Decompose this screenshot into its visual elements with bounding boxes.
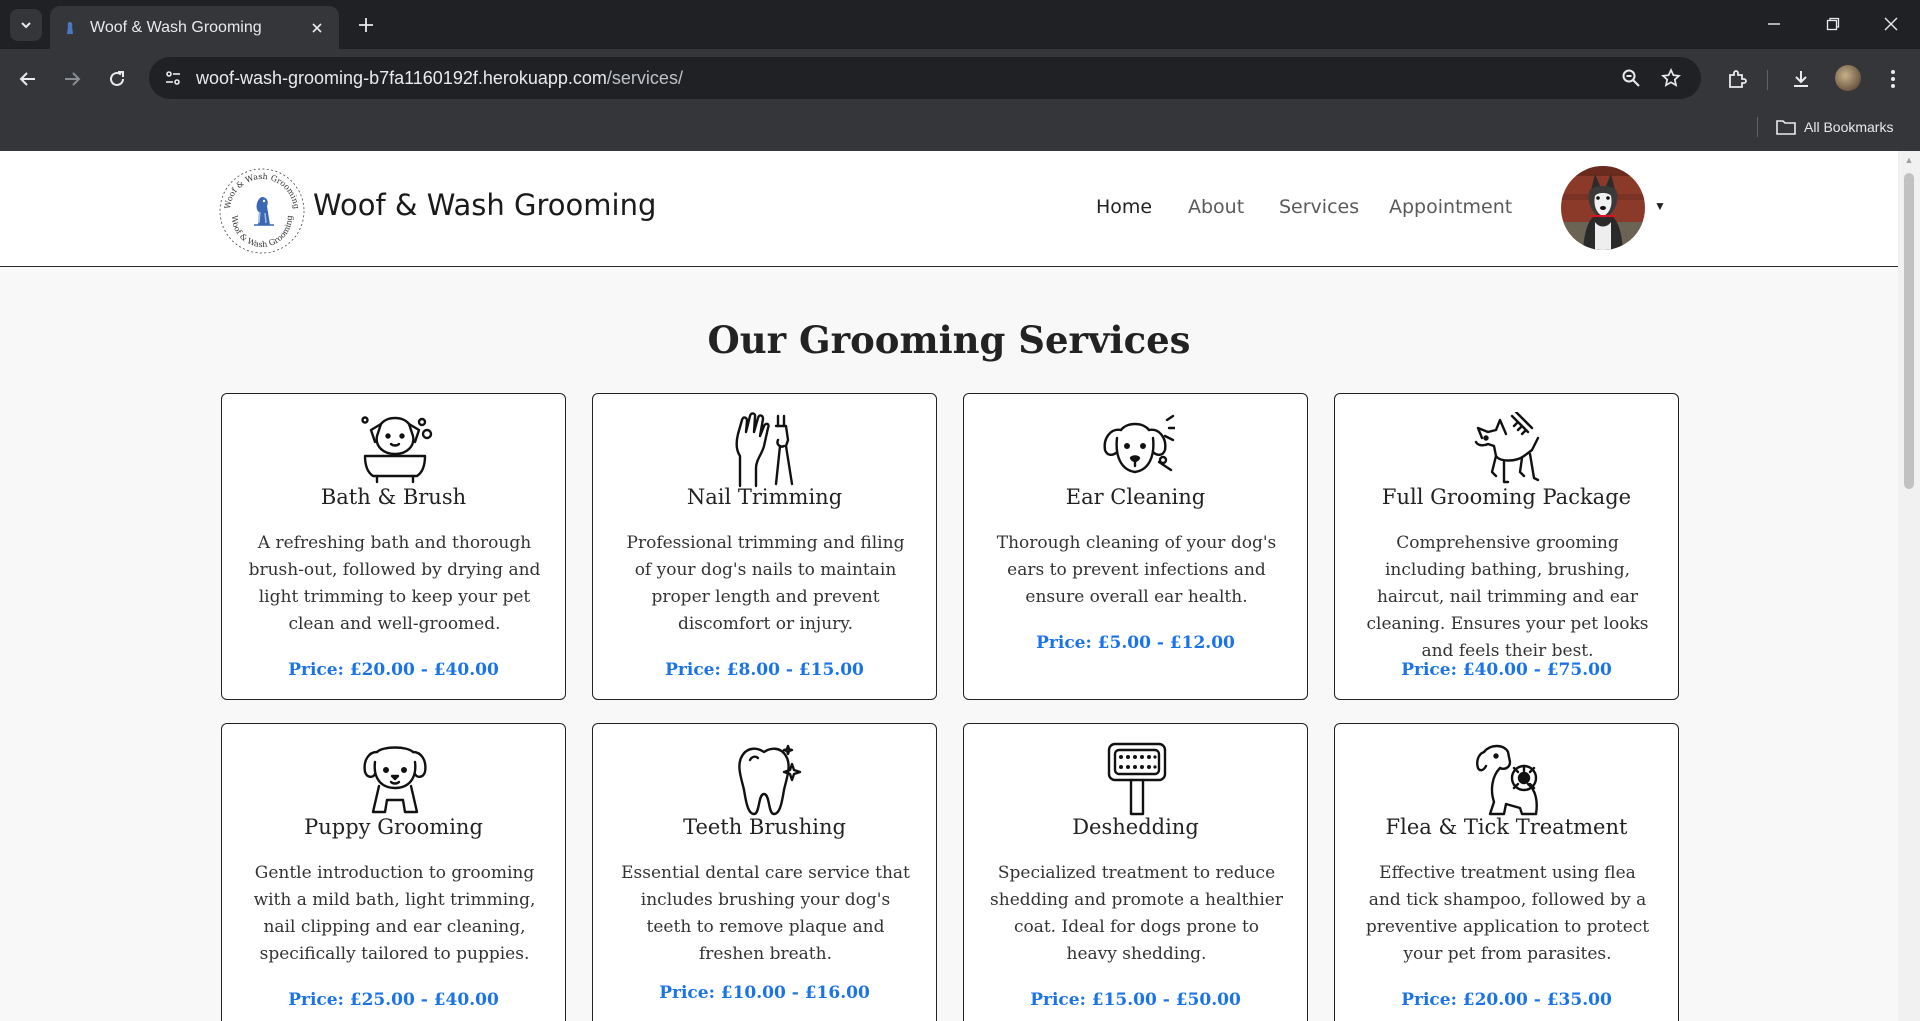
browser-toolbar: woof-wash-grooming-b7fa1160192f.herokuap… [0, 49, 1920, 109]
zoom-icon[interactable] [1619, 66, 1643, 90]
back-arrow-icon[interactable] [13, 64, 43, 94]
nav-services[interactable]: Services [1279, 196, 1359, 218]
service-title: Bath & Brush [320, 485, 467, 509]
tooth-icon [738, 744, 802, 816]
service-title: Ear Cleaning [1065, 485, 1206, 509]
bookmarks-bar: All Bookmarks [0, 109, 1920, 151]
bookmark-star-icon[interactable] [1659, 66, 1683, 90]
service-price: Price: £20.00 - £35.00 [1401, 990, 1612, 1010]
dog-with-flea-icon [1476, 744, 1538, 816]
service-description: Comprehensive grooming including bathing… [1366, 533, 1649, 661]
page-scrollbar[interactable]: ▲ [1898, 151, 1920, 1021]
reload-icon[interactable] [102, 64, 132, 94]
service-title: Nail Trimming [686, 485, 843, 509]
minimize-icon[interactable] [1762, 12, 1786, 36]
service-title: Teeth Brushing [683, 815, 846, 839]
address-bar[interactable]: woof-wash-grooming-b7fa1160192f.herokuap… [149, 57, 1701, 99]
site-settings-icon[interactable] [161, 66, 185, 90]
browser-tab[interactable]: Woof & Wash Grooming [50, 6, 339, 49]
service-card-deshedding[interactable]: Deshedding Specialized treatment to redu… [963, 723, 1308, 1021]
service-price: Price: £10.00 - £16.00 [659, 983, 870, 1003]
restore-icon[interactable] [1821, 12, 1845, 36]
browser-profile-avatar[interactable] [1835, 65, 1861, 91]
service-card-ear-cleaning[interactable]: Ear Cleaning Thorough cleaning of your d… [963, 393, 1308, 700]
service-price: Price: £8.00 - £15.00 [665, 660, 864, 680]
tab-title: Woof & Wash Grooming [90, 18, 262, 36]
service-card-full-grooming[interactable]: Full Grooming Package Comprehensive groo… [1334, 393, 1679, 700]
dog-ear-icon [1103, 414, 1175, 474]
service-price: Price: £25.00 - £40.00 [288, 990, 499, 1010]
url-path: /services/ [606, 68, 683, 88]
service-description: Specialized treatment to reduce shedding… [990, 863, 1283, 964]
chevron-down-icon [21, 22, 31, 29]
paw-and-clippers-icon [735, 412, 794, 488]
service-card-teeth-brushing[interactable]: Teeth Brushing Essential dental care ser… [592, 723, 937, 1021]
service-title: Deshedding [1072, 815, 1199, 839]
nav-appointment[interactable]: Appointment [1389, 196, 1512, 218]
deshedding-brush-icon [1107, 742, 1167, 816]
all-bookmarks-label: All Bookmarks [1804, 119, 1894, 135]
bookmarks-divider [1757, 117, 1758, 137]
service-price: Price: £40.00 - £75.00 [1401, 660, 1612, 680]
brand-name[interactable]: Woof & Wash Grooming [313, 188, 656, 222]
service-description: Effective treatment using flea and tick … [1365, 863, 1650, 964]
new-tab-icon[interactable] [353, 12, 379, 38]
close-window-icon[interactable] [1879, 12, 1903, 36]
all-bookmarks-button[interactable]: All Bookmarks [1776, 114, 1893, 140]
dog-in-bath-icon [361, 416, 433, 484]
extensions-icon[interactable] [1722, 64, 1752, 94]
brand-logo[interactable]: Woof & Wash Grooming Woof & Wash Groomin… [218, 167, 306, 255]
service-description: A refreshing bath and thorough brush-out… [248, 533, 541, 634]
user-avatar[interactable] [1561, 166, 1645, 250]
service-price: Price: £15.00 - £50.00 [1030, 990, 1241, 1010]
more-menu-icon[interactable] [1878, 64, 1908, 94]
service-description: Gentle introduction to grooming with a m… [253, 863, 536, 964]
tab-search-button[interactable] [10, 9, 42, 41]
scroll-thumb[interactable] [1904, 173, 1914, 489]
service-description: Essential dental care service that inclu… [621, 863, 910, 964]
folder-icon [1776, 120, 1796, 135]
scroll-up-arrow-icon[interactable]: ▲ [1904, 155, 1914, 165]
site-favicon-icon [62, 20, 78, 36]
url-text: woof-wash-grooming-b7fa1160192f.herokuap… [196, 68, 683, 89]
forward-arrow-icon[interactable] [57, 64, 87, 94]
service-description: Thorough cleaning of your dog's ears to … [996, 533, 1277, 607]
site-navbar: Woof & Wash Grooming Woof & Wash Groomin… [0, 151, 1898, 267]
service-price: Price: £5.00 - £12.00 [1036, 633, 1235, 653]
service-title: Flea & Tick Treatment [1385, 815, 1628, 839]
page-title: Our Grooming Services [707, 318, 1191, 362]
service-price: Price: £20.00 - £40.00 [288, 660, 499, 680]
nav-about[interactable]: About [1188, 196, 1244, 218]
downloads-icon[interactable] [1786, 64, 1816, 94]
browser-tab-strip: Woof & Wash Grooming [0, 0, 1920, 49]
service-card-puppy-grooming[interactable]: Puppy Grooming Gentle introduction to gr… [221, 723, 566, 1021]
close-tab-icon[interactable] [307, 18, 327, 38]
dog-with-comb-icon [1474, 412, 1540, 484]
service-title: Full Grooming Package [1381, 485, 1632, 509]
user-menu-caret-icon[interactable]: ▼ [1654, 199, 1666, 213]
puppy-icon [363, 746, 427, 814]
service-card-flea-tick[interactable]: Flea & Tick Treatment Effective treatmen… [1334, 723, 1679, 1021]
service-title: Puppy Grooming [304, 815, 483, 839]
service-description: Professional trimming and filing of your… [626, 533, 905, 634]
toolbar-divider [1767, 70, 1768, 90]
url-host: woof-wash-grooming-b7fa1160192f.herokuap… [196, 68, 607, 88]
page-viewport: Woof & Wash Grooming Woof & Wash Groomin… [0, 151, 1898, 1021]
service-card-nail-trimming[interactable]: Nail Trimming Professional trimming and … [592, 393, 937, 700]
service-card-bath-brush[interactable]: Bath & Brush A refreshing bath and thoro… [221, 393, 566, 700]
nav-home[interactable]: Home [1096, 196, 1152, 218]
